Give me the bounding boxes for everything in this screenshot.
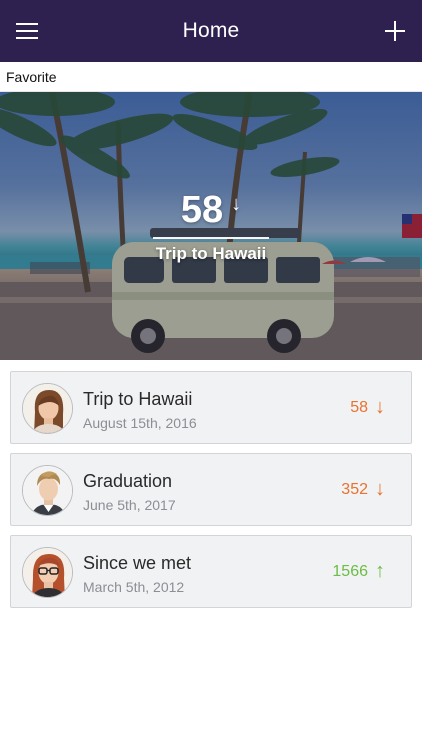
event-count: 58 ↓	[350, 372, 385, 443]
event-list: Trip to Hawaii August 15th, 2016 58 ↓ Gr…	[10, 371, 412, 617]
hamburger-menu-icon	[16, 23, 38, 39]
up-arrow-icon: ↑	[375, 560, 385, 582]
hero-count-row: 58 ↓	[0, 188, 422, 232]
down-arrow-icon: ↓	[375, 478, 385, 500]
avatar	[22, 547, 73, 598]
event-title: Trip to Hawaii	[83, 389, 193, 409]
woman-brown-hair-avatar	[23, 384, 72, 433]
avatar	[22, 383, 73, 434]
favorite-section-label: Favorite	[0, 62, 422, 92]
event-row-graduation[interactable]: Graduation June 5th, 2017 352 ↓	[10, 453, 412, 526]
event-count-value: 58	[350, 398, 368, 416]
woman-glasses-avatar	[23, 548, 72, 597]
event-date: June 5th, 2017	[83, 497, 176, 513]
event-title: Since we met	[83, 553, 192, 573]
favorite-event-title: Trip to Hawaii	[155, 244, 267, 263]
menu-button[interactable]	[0, 0, 54, 62]
down-arrow-icon: ↓	[231, 192, 242, 215]
avatar	[22, 465, 73, 516]
down-arrow-icon: ↓	[375, 396, 385, 418]
event-row-since-we-met[interactable]: Since we met March 5th, 2012 1566 ↑	[10, 535, 412, 608]
top-navigation-bar: Home	[0, 0, 422, 62]
event-row-trip-to-hawaii[interactable]: Trip to Hawaii August 15th, 2016 58 ↓	[10, 371, 412, 444]
favorite-day-count: 58	[180, 188, 224, 231]
event-title: Graduation	[83, 471, 173, 491]
plus-icon	[385, 21, 405, 41]
page-title: Home	[182, 19, 240, 42]
hero-divider	[153, 237, 269, 239]
add-event-button[interactable]	[368, 0, 422, 62]
event-count: 352 ↓	[341, 454, 385, 525]
man-blond-hair-avatar	[23, 466, 72, 515]
event-date: March 5th, 2012	[83, 579, 185, 595]
event-count-value: 1566	[332, 562, 368, 580]
event-count-value: 352	[341, 480, 368, 498]
favorite-hero-card[interactable]: 58 ↓ Trip to Hawaii	[0, 92, 422, 360]
event-count: 1566 ↑	[332, 536, 385, 607]
event-date: August 15th, 2016	[83, 415, 197, 431]
